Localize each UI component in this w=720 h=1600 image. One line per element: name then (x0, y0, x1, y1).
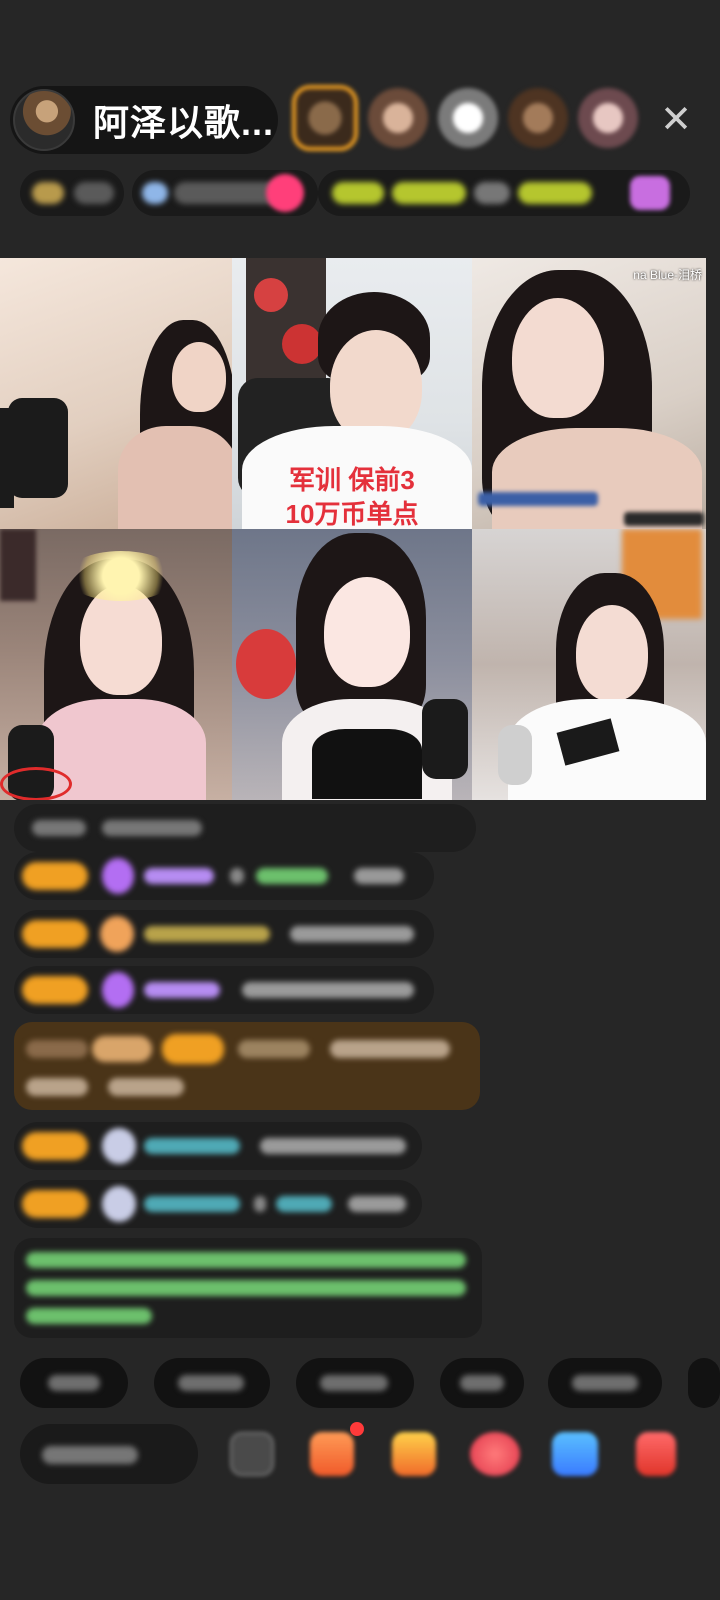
quick-reply-chip[interactable] (20, 1358, 128, 1408)
shop-icon[interactable] (636, 1432, 676, 1476)
quick-reply-chip[interactable] (440, 1358, 524, 1408)
guest-video-tile[interactable]: na Blue-泪桥 (472, 258, 706, 529)
viewer-avatar[interactable] (368, 88, 428, 148)
chat-message[interactable] (14, 966, 434, 1014)
guest-video-tile[interactable] (232, 529, 472, 800)
multi-guest-video-grid: 军训 保前3 10万币单点 na Blue-泪桥 (0, 258, 706, 800)
activity-banner[interactable] (318, 170, 690, 216)
popularity-chip[interactable] (132, 170, 318, 216)
room-info-row (20, 170, 690, 216)
host-name: 阿泽以歌... (93, 102, 275, 143)
guest-video-tile[interactable] (0, 529, 232, 800)
viewer-avatar[interactable] (578, 88, 638, 148)
more-icon[interactable] (230, 1432, 274, 1476)
chat-message[interactable] (14, 852, 434, 900)
guest-video-tile[interactable] (472, 529, 706, 800)
host-avatar[interactable] (13, 89, 75, 151)
notification-dot (350, 1422, 364, 1436)
quick-reply-chip[interactable] (548, 1358, 662, 1408)
viewer-avatar[interactable] (292, 85, 358, 151)
system-notice (14, 1238, 482, 1338)
gift-message[interactable] (14, 1022, 480, 1110)
tile-caption-line: 10万币单点 (285, 499, 419, 529)
tile-caption-line: 军训 保前3 (289, 465, 415, 495)
gift-box-icon[interactable] (310, 1432, 354, 1476)
quick-reply-chip[interactable] (296, 1358, 414, 1408)
quick-reply-chip[interactable] (688, 1358, 720, 1408)
top-viewers-list (292, 85, 638, 151)
chat-message[interactable] (14, 910, 434, 958)
chat-message[interactable] (14, 1180, 422, 1228)
viewer-avatar[interactable] (508, 88, 568, 148)
host-info-pill[interactable]: 阿泽以歌... (10, 86, 278, 154)
guest-video-tile[interactable] (0, 258, 232, 529)
chat-message[interactable] (14, 1122, 422, 1170)
message-icon[interactable] (552, 1432, 598, 1476)
quick-reply-chip[interactable] (154, 1358, 270, 1408)
viewer-avatar[interactable] (438, 88, 498, 148)
close-icon[interactable]: ✕ (656, 100, 696, 140)
chat-message[interactable] (14, 804, 476, 852)
rank-chip[interactable] (20, 170, 124, 216)
pk-icon[interactable] (470, 1432, 520, 1476)
chat-input[interactable] (20, 1424, 198, 1484)
guest-video-tile[interactable]: 军训 保前3 10万币单点 (232, 258, 472, 529)
guest-name-tag: na Blue-泪桥 (633, 268, 702, 282)
fan-club-icon[interactable] (392, 1432, 436, 1476)
